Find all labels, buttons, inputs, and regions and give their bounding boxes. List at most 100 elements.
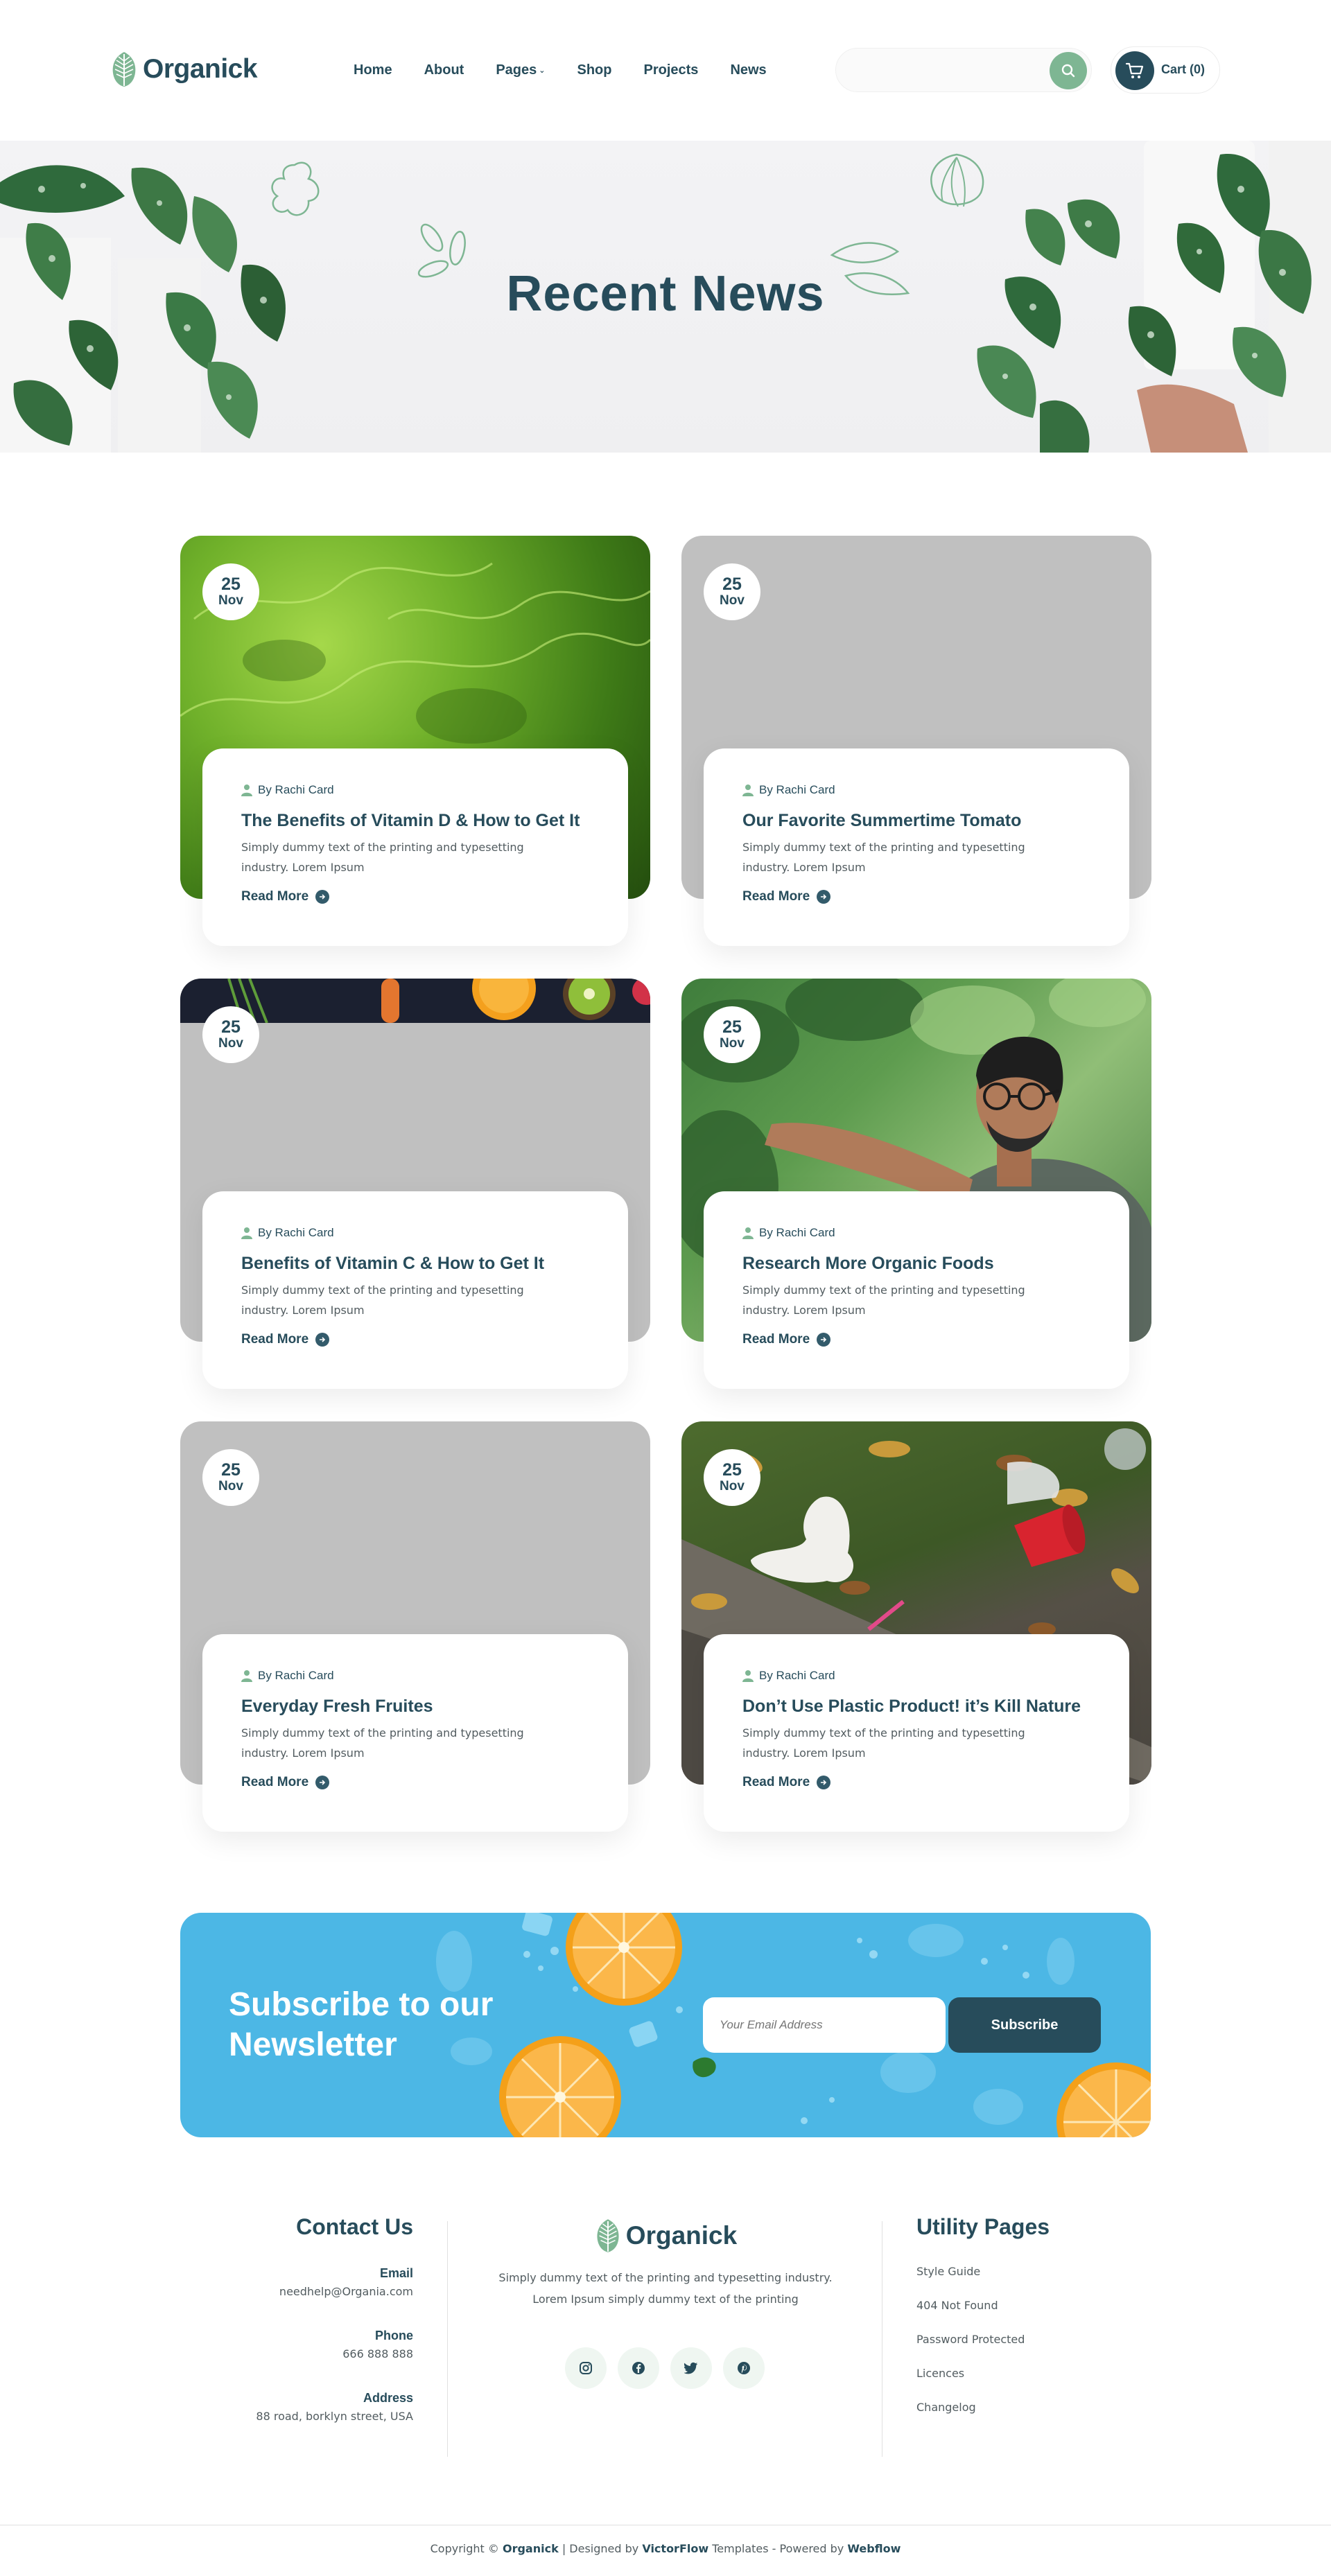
post-body: By Rachi Card Benefits of Vitamin C & Ho… <box>202 1191 628 1389</box>
read-more-label: Read More <box>241 889 309 904</box>
twitter-button[interactable] <box>670 2347 712 2389</box>
subscribe-button[interactable]: Subscribe <box>948 1997 1101 2053</box>
footer-utility-heading: Utility Pages <box>916 2214 1050 2239</box>
arrow-right-icon <box>315 1776 330 1789</box>
post-title[interactable]: Don’t Use Plastic Product! it’s Kill Nat… <box>742 1697 1081 1717</box>
date-day: 25 <box>221 575 241 594</box>
post-author-name: By Rachi Card <box>258 783 334 796</box>
date-month: Nov <box>720 1479 745 1493</box>
cart-icon-wrap <box>1115 51 1154 90</box>
post-author-name: By Rachi Card <box>759 1669 835 1682</box>
pinterest-button[interactable] <box>723 2347 765 2389</box>
nav-pages[interactable]: Pages ⌄ <box>496 60 545 80</box>
utility-link-licences[interactable]: Licences <box>916 2367 1138 2380</box>
facebook-button[interactable] <box>618 2347 659 2389</box>
post-title[interactable]: The Benefits of Vitamin D & How to Get I… <box>241 811 580 831</box>
main-nav: Home About Pages ⌄ Shop Projects News <box>354 60 799 80</box>
date-month: Nov <box>720 1036 745 1051</box>
nav-projects[interactable]: Projects <box>644 60 699 80</box>
post-card[interactable]: 25 Nov By Rachi Card Benefits of Vitamin… <box>180 979 650 1389</box>
user-icon <box>742 1670 754 1682</box>
search-button[interactable] <box>1050 52 1087 89</box>
search-bar <box>835 48 1092 92</box>
user-icon <box>742 1227 754 1239</box>
copyright: Copyright © Organick | Designed by Victo… <box>0 2542 1331 2555</box>
copyright-designer[interactable]: VictorFlow <box>642 2542 708 2555</box>
post-author: By Rachi Card <box>241 1226 334 1240</box>
cart-label: Cart (0) <box>1161 62 1206 76</box>
arrow-right-icon <box>817 890 831 904</box>
cart-icon <box>1125 62 1144 78</box>
copyright-prefix: Copyright © <box>430 2542 503 2555</box>
nav-home[interactable]: Home <box>354 60 392 80</box>
plant-right-image <box>977 141 1331 453</box>
post-title[interactable]: Research More Organic Foods <box>742 1254 994 1274</box>
post-card[interactable]: 25 Nov By Rachi Card Don’t Use Plastic P… <box>681 1421 1151 1832</box>
read-more-label: Read More <box>742 889 810 904</box>
logo[interactable]: Organick <box>110 50 258 89</box>
copyright-brand[interactable]: Organick <box>503 2542 559 2555</box>
read-more-label: Read More <box>742 1775 810 1789</box>
post-card[interactable]: 25 Nov By Rachi Card Research More Organ… <box>681 979 1151 1389</box>
footer-about-line1: Simply dummy text of the printing and ty… <box>498 2271 833 2284</box>
post-card[interactable]: 25 Nov By Rachi Card Everyday Fresh Frui… <box>180 1421 650 1832</box>
nav-news[interactable]: News <box>730 60 766 80</box>
post-body: By Rachi Card Research More Organic Food… <box>704 1191 1129 1389</box>
newsletter-banner: Subscribe to our Newsletter Subscribe <box>180 1913 1151 2137</box>
date-month: Nov <box>218 1479 243 1493</box>
utility-link-changelog[interactable]: Changelog <box>916 2401 1138 2414</box>
search-input[interactable] <box>851 49 1038 91</box>
arrow-right-icon <box>817 1333 831 1347</box>
post-card[interactable]: 25 Nov By Rachi Card The Benefits of Vit… <box>180 536 650 946</box>
nav-about[interactable]: About <box>424 60 464 80</box>
contact-email: Email needhelp@Organia.com <box>180 2266 413 2298</box>
page-hero: Recent News <box>0 141 1331 453</box>
date-day: 25 <box>722 575 742 594</box>
site-header: Organick Home About Pages ⌄ Shop Projects… <box>0 0 1331 141</box>
read-more-link[interactable]: Read More <box>241 889 330 904</box>
utility-link-404[interactable]: 404 Not Found <box>916 2299 1138 2312</box>
read-more-label: Read More <box>241 1332 309 1347</box>
instagram-button[interactable] <box>565 2347 607 2389</box>
contact-email-label: Email <box>379 2266 413 2280</box>
email-field[interactable] <box>703 1997 946 2053</box>
date-badge: 25 Nov <box>704 1006 760 1063</box>
date-day: 25 <box>722 1460 742 1480</box>
post-excerpt: Simply dummy text of the printing and ty… <box>742 1283 1025 1317</box>
twitter-icon <box>684 2362 698 2374</box>
post-author: By Rachi Card <box>241 1669 334 1683</box>
read-more-link[interactable]: Read More <box>742 1775 831 1790</box>
contact-email-value[interactable]: needhelp@Organia.com <box>180 2285 413 2298</box>
user-icon <box>241 1670 252 1682</box>
utility-link-password[interactable]: Password Protected <box>916 2333 1138 2346</box>
user-icon <box>742 785 754 796</box>
footer-logo[interactable]: Organick <box>458 2217 873 2254</box>
logo-text: Organick <box>143 54 258 84</box>
read-more-link[interactable]: Read More <box>742 1332 831 1347</box>
copyright-platform[interactable]: Webflow <box>847 2542 901 2555</box>
read-more-link[interactable]: Read More <box>241 1775 330 1790</box>
date-day: 25 <box>722 1017 742 1037</box>
arrow-right-icon <box>817 1776 831 1789</box>
post-title[interactable]: Benefits of Vitamin C & How to Get It <box>241 1254 544 1274</box>
post-author: By Rachi Card <box>742 1669 835 1683</box>
read-more-link[interactable]: Read More <box>241 1332 330 1347</box>
cart-button[interactable]: Cart (0) <box>1111 46 1220 94</box>
nav-shop[interactable]: Shop <box>577 60 612 80</box>
post-excerpt: Simply dummy text of the printing and ty… <box>742 841 1025 874</box>
contact-phone-value[interactable]: 666 888 888 <box>180 2347 413 2360</box>
contact-phone-label: Phone <box>374 2329 413 2342</box>
date-month: Nov <box>720 593 745 608</box>
footer-utility: Utility Pages Style Guide 404 Not Found … <box>916 2214 1138 2414</box>
date-day: 25 <box>221 1460 241 1480</box>
footer-contact: Contact Us Email needhelp@Organia.com Ph… <box>180 2214 413 2423</box>
contact-address: Address 88 road, borklyn street, USA <box>180 2391 413 2423</box>
post-body: By Rachi Card Everyday Fresh Fruites Sim… <box>202 1634 628 1832</box>
post-title[interactable]: Everyday Fresh Fruites <box>241 1697 433 1717</box>
copyright-mid2: Templates - Powered by <box>708 2542 848 2555</box>
date-badge: 25 Nov <box>202 1006 259 1063</box>
utility-link-style-guide[interactable]: Style Guide <box>916 2265 1138 2278</box>
post-title[interactable]: Our Favorite Summertime Tomato <box>742 811 1021 831</box>
read-more-link[interactable]: Read More <box>742 889 831 904</box>
post-card[interactable]: 25 Nov By Rachi Card Our Favorite Summer… <box>681 536 1151 946</box>
